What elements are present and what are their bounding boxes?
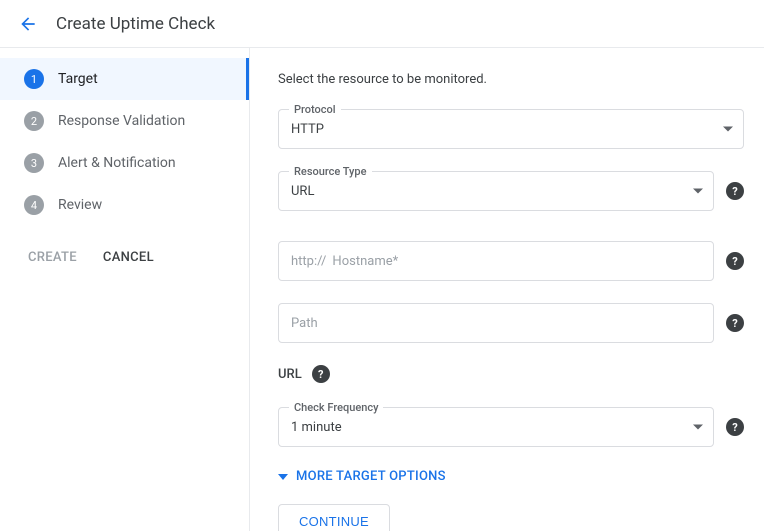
create-button: CREATE <box>28 250 77 265</box>
step-label: Review <box>58 197 102 213</box>
instruction-text: Select the resource to be monitored. <box>278 72 744 87</box>
help-icon[interactable]: ? <box>726 252 744 270</box>
dropdown-icon <box>723 127 733 132</box>
help-icon[interactable]: ? <box>312 365 330 383</box>
path-input[interactable]: Path <box>278 303 714 343</box>
continue-button[interactable]: CONTINUE <box>278 504 390 531</box>
step-number: 2 <box>24 111 44 131</box>
cancel-button[interactable]: CANCEL <box>103 250 154 265</box>
protocol-label: Protocol <box>289 103 341 116</box>
help-icon[interactable]: ? <box>726 182 744 200</box>
step-label: Alert & Notification <box>58 155 176 171</box>
url-label: URL <box>278 367 302 382</box>
step-number: 3 <box>24 153 44 173</box>
step-number: 1 <box>24 69 44 89</box>
back-button[interactable] <box>16 12 40 36</box>
hostname-input[interactable]: http:// Hostname* <box>278 241 714 281</box>
resource-type-select[interactable]: Resource Type URL <box>278 171 714 211</box>
step-target[interactable]: 1 Target <box>0 58 249 100</box>
check-frequency-select[interactable]: Check Frequency 1 minute <box>278 407 714 447</box>
main-panel: Select the resource to be monitored. Pro… <box>250 48 764 531</box>
step-response-validation[interactable]: 2 Response Validation <box>0 100 249 142</box>
step-number: 4 <box>24 195 44 215</box>
dropdown-icon <box>693 425 703 430</box>
help-icon[interactable]: ? <box>726 314 744 332</box>
step-label: Target <box>58 71 98 87</box>
chevron-down-icon <box>278 474 288 480</box>
check-frequency-label: Check Frequency <box>289 401 383 414</box>
arrow-left-icon <box>18 14 38 34</box>
step-label: Response Validation <box>58 113 185 129</box>
hostname-prefix: http:// <box>291 254 326 269</box>
resource-type-value: URL <box>291 184 314 199</box>
hostname-placeholder: Hostname* <box>332 254 398 269</box>
sidebar: 1 Target 2 Response Validation 3 Alert &… <box>0 48 250 531</box>
help-icon[interactable]: ? <box>726 418 744 436</box>
more-options-label: MORE TARGET OPTIONS <box>296 469 446 484</box>
step-alert-notification[interactable]: 3 Alert & Notification <box>0 142 249 184</box>
check-frequency-value: 1 minute <box>291 420 342 435</box>
page-title: Create Uptime Check <box>56 14 215 34</box>
protocol-select[interactable]: Protocol HTTP <box>278 109 744 149</box>
resource-type-label: Resource Type <box>289 165 372 178</box>
protocol-value: HTTP <box>291 122 324 137</box>
dropdown-icon <box>693 189 703 194</box>
path-placeholder: Path <box>291 316 318 331</box>
more-target-options-toggle[interactable]: MORE TARGET OPTIONS <box>278 469 744 484</box>
step-review[interactable]: 4 Review <box>0 184 249 226</box>
